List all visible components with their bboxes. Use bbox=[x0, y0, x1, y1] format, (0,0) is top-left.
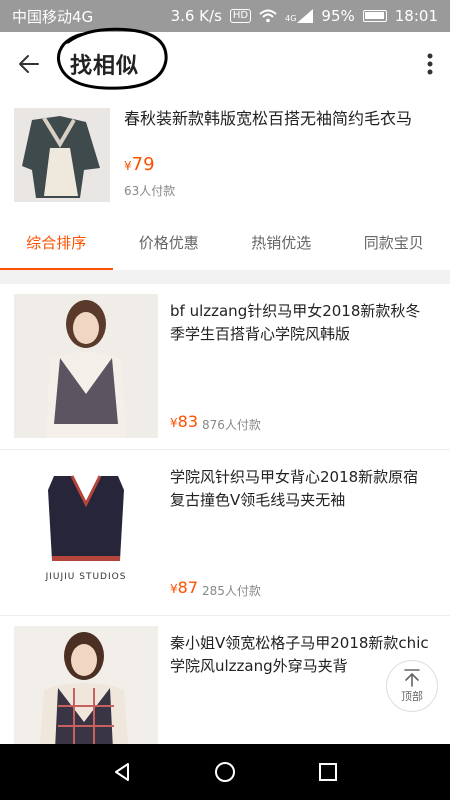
product-image: JIUJIU STUDIOS bbox=[14, 460, 158, 604]
battery-icon bbox=[362, 10, 387, 22]
results-list: bf ulzzang针织马甲女2018新款秋冬季学生百搭背心学院风韩版 ¥83 … bbox=[0, 284, 450, 744]
system-nav-bar bbox=[0, 744, 450, 800]
product-price: ¥83 bbox=[170, 412, 198, 431]
wifi-icon bbox=[259, 9, 277, 23]
currency-symbol: ¥ bbox=[170, 582, 178, 596]
network-speed: 3.6 K/s bbox=[170, 7, 222, 25]
tab-price[interactable]: 价格优惠 bbox=[113, 214, 226, 270]
source-product-title: 春秋装新款韩版宽松百搭无袖简约毛衣马 bbox=[124, 109, 413, 128]
battery-percent: 95% bbox=[321, 7, 355, 25]
nav-recents-button[interactable] bbox=[308, 752, 348, 792]
more-button[interactable] bbox=[410, 32, 450, 96]
signal-icon: 4G bbox=[285, 9, 314, 23]
arrow-left-icon bbox=[19, 55, 39, 73]
network-type: 4G bbox=[285, 14, 297, 23]
list-item[interactable]: bf ulzzang针织马甲女2018新款秋冬季学生百搭背心学院风韩版 ¥83 … bbox=[0, 284, 450, 450]
brand-watermark: JIUJIU STUDIOS bbox=[45, 572, 127, 582]
sort-tabs: 综合排序 价格优惠 热销优选 同款宝贝 bbox=[0, 214, 450, 270]
triangle-back-icon bbox=[114, 763, 129, 781]
clock: 18:01 bbox=[394, 7, 438, 25]
source-product[interactable]: 春秋装新款韩版宽松百搭无袖简约毛衣马 ¥79 63人付款 bbox=[0, 96, 450, 214]
arrow-up-bar-icon bbox=[404, 669, 420, 687]
list-item[interactable]: 秦小姐V领宽松格子马甲2018新款chic学院风ulzzang外穿马夹背 bbox=[0, 616, 450, 744]
hd-badge: HD bbox=[229, 9, 252, 23]
nav-back-button[interactable] bbox=[102, 752, 142, 792]
more-vertical-icon bbox=[427, 53, 433, 75]
title-wrap: 找相似 bbox=[57, 27, 168, 96]
app-header: 找相似 bbox=[0, 27, 450, 96]
price-value: 79 bbox=[131, 154, 155, 175]
tab-same-item[interactable]: 同款宝贝 bbox=[338, 214, 450, 270]
list-item[interactable]: JIUJIU STUDIOS 学院风针织马甲女背心2018新款原宿复古撞色V领毛… bbox=[0, 450, 450, 616]
hand-drawn-circle bbox=[57, 27, 168, 90]
back-to-top-label: 顶部 bbox=[401, 690, 423, 703]
product-title: bf ulzzang针织马甲女2018新款秋冬季学生百搭背心学院风韩版 bbox=[170, 302, 421, 343]
product-image bbox=[14, 626, 158, 744]
product-title: 学院风针织马甲女背心2018新款原宿复古撞色V领毛线马夹无袖 bbox=[170, 468, 419, 509]
tab-hot-sale[interactable]: 热销优选 bbox=[225, 214, 338, 270]
square-recents-icon bbox=[319, 763, 338, 781]
nav-home-button[interactable] bbox=[205, 752, 245, 792]
product-sold: 285人付款 bbox=[202, 584, 261, 598]
source-product-image bbox=[14, 108, 110, 202]
source-product-sold: 63人付款 bbox=[124, 184, 176, 198]
product-image bbox=[14, 294, 158, 438]
tab-comprehensive[interactable]: 综合排序 bbox=[0, 214, 113, 270]
price-value: 83 bbox=[177, 412, 198, 431]
product-price: ¥87 bbox=[170, 578, 198, 597]
currency-symbol: ¥ bbox=[124, 159, 132, 173]
currency-symbol: ¥ bbox=[170, 416, 178, 430]
price-value: 87 bbox=[177, 578, 198, 597]
section-divider bbox=[0, 270, 450, 284]
source-product-price: ¥79 bbox=[124, 154, 155, 175]
product-sold: 876人付款 bbox=[202, 418, 261, 432]
circle-home-icon bbox=[214, 762, 235, 782]
back-to-top-button[interactable]: 顶部 bbox=[386, 660, 438, 712]
